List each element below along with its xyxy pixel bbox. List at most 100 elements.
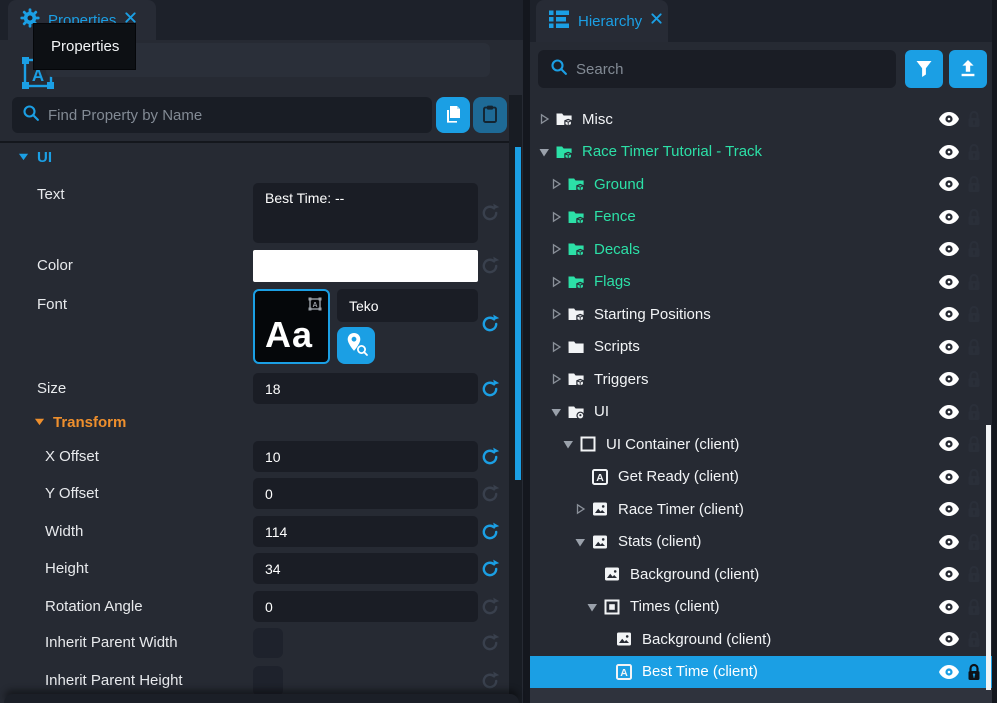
lock-icon[interactable] (967, 663, 981, 681)
tree-item-background-client[interactable]: Background (client) (530, 623, 992, 656)
hierarchy-search-field[interactable] (538, 50, 896, 88)
collapse-arrow-icon[interactable] (536, 144, 552, 160)
color-swatch[interactable] (253, 250, 478, 282)
font-picker-button[interactable] (337, 327, 375, 364)
expand-arrow-icon[interactable] (572, 501, 588, 517)
tree-item-get-ready-client[interactable]: AGet Ready (client) (530, 461, 992, 494)
reset-icon[interactable] (479, 596, 501, 618)
collapse-arrow-icon[interactable] (572, 534, 588, 550)
expand-arrow-icon[interactable] (536, 111, 552, 127)
tree-item-race-timer-tutorial-track[interactable]: Race Timer Tutorial - Track (530, 136, 992, 169)
tab-hierarchy[interactable]: Hierarchy (536, 0, 668, 42)
collapse-arrow-icon[interactable] (584, 599, 600, 615)
expand-arrow-icon[interactable] (548, 241, 564, 257)
lock-icon[interactable] (967, 468, 981, 486)
tree-item-decals[interactable]: Decals (530, 233, 992, 266)
eye-icon[interactable] (938, 566, 960, 582)
tree-item-best-time-client[interactable]: ABest Time (client) (530, 656, 992, 689)
expand-arrow-icon[interactable] (548, 371, 564, 387)
tree-item-misc[interactable]: Misc (530, 103, 992, 136)
eye-icon[interactable] (938, 339, 960, 355)
eye-icon[interactable] (938, 241, 960, 257)
publish-button[interactable] (949, 50, 987, 88)
tree-item-stats-client[interactable]: Stats (client) (530, 526, 992, 559)
reset-icon[interactable] (479, 558, 501, 580)
tree-item-starting-positions[interactable]: Starting Positions (530, 298, 992, 331)
reset-icon[interactable] (479, 255, 501, 277)
lock-icon[interactable] (967, 630, 981, 648)
expand-arrow-icon[interactable] (548, 209, 564, 225)
property-input-rotation-angle[interactable] (253, 591, 478, 622)
reset-icon[interactable] (479, 313, 501, 335)
tree-item-ground[interactable]: Ground (530, 168, 992, 201)
expand-arrow-icon[interactable] (548, 339, 564, 355)
tree-item-times-client[interactable]: Times (client) (530, 591, 992, 624)
properties-scrollbar-thumb[interactable] (515, 147, 521, 480)
lock-icon[interactable] (967, 338, 981, 356)
paste-properties-button[interactable] (473, 97, 507, 133)
lock-icon[interactable] (967, 565, 981, 583)
eye-icon[interactable] (938, 436, 960, 452)
reset-icon[interactable] (479, 202, 501, 224)
tree-item-ui[interactable]: UI (530, 396, 992, 429)
reset-icon[interactable] (479, 521, 501, 543)
lock-icon[interactable] (967, 208, 981, 226)
reset-icon[interactable] (479, 483, 501, 505)
lock-icon[interactable] (967, 305, 981, 323)
lock-icon[interactable] (967, 110, 981, 128)
tree-item-race-timer-client[interactable]: Race Timer (client) (530, 493, 992, 526)
close-icon[interactable] (650, 12, 663, 30)
eye-icon[interactable] (938, 274, 960, 290)
lock-icon[interactable] (967, 175, 981, 193)
lock-icon[interactable] (967, 240, 981, 258)
eye-icon[interactable] (938, 144, 960, 160)
eye-icon[interactable] (938, 404, 960, 420)
property-input-size[interactable] (253, 373, 478, 404)
eye-icon[interactable] (938, 371, 960, 387)
eye-icon[interactable] (938, 599, 960, 615)
lock-icon[interactable] (967, 598, 981, 616)
hierarchy-scrollbar-thumb[interactable] (986, 425, 991, 690)
eye-icon[interactable] (938, 176, 960, 192)
tree-item-ui-container-client[interactable]: UI Container (client) (530, 428, 992, 461)
collapse-arrow-icon[interactable] (560, 436, 576, 452)
lock-icon[interactable] (967, 435, 981, 453)
lock-icon[interactable] (967, 370, 981, 388)
tree-item-fence[interactable]: Fence (530, 201, 992, 234)
copy-properties-button[interactable] (436, 97, 470, 133)
eye-icon[interactable] (938, 631, 960, 647)
font-preview-box[interactable]: A Aa (253, 289, 330, 364)
lock-icon[interactable] (967, 500, 981, 518)
reset-icon[interactable] (479, 670, 501, 692)
tree-item-background-client[interactable]: Background (client) (530, 558, 992, 591)
expand-arrow-icon[interactable] (548, 176, 564, 192)
hierarchy-search-input[interactable] (576, 61, 884, 78)
find-property-input[interactable] (48, 107, 422, 124)
reset-icon[interactable] (479, 446, 501, 468)
eye-icon[interactable] (938, 209, 960, 225)
eye-icon[interactable] (938, 534, 960, 550)
property-input-height[interactable] (253, 553, 478, 584)
reset-icon[interactable] (479, 632, 501, 654)
reset-icon[interactable] (479, 378, 501, 400)
property-input-width[interactable] (253, 516, 478, 547)
filter-button[interactable] (905, 50, 943, 88)
eye-icon[interactable] (938, 469, 960, 485)
property-input-x-offset[interactable] (253, 441, 478, 472)
checkbox-inherit-parent-width[interactable] (253, 628, 283, 658)
section-header-transform[interactable]: Transform (34, 414, 126, 431)
collapse-arrow-icon[interactable] (548, 404, 564, 420)
font-name-field[interactable] (337, 289, 478, 322)
lock-icon[interactable] (967, 403, 981, 421)
expand-arrow-icon[interactable] (548, 274, 564, 290)
section-header-ui[interactable]: UI (18, 149, 52, 166)
checkbox-inherit-parent-height[interactable] (253, 666, 283, 696)
eye-icon[interactable] (938, 664, 960, 680)
tree-item-triggers[interactable]: Triggers (530, 363, 992, 396)
find-property-field[interactable] (12, 97, 432, 133)
eye-icon[interactable] (938, 111, 960, 127)
eye-icon[interactable] (938, 501, 960, 517)
lock-icon[interactable] (967, 143, 981, 161)
tree-item-scripts[interactable]: Scripts (530, 331, 992, 364)
eye-icon[interactable] (938, 306, 960, 322)
